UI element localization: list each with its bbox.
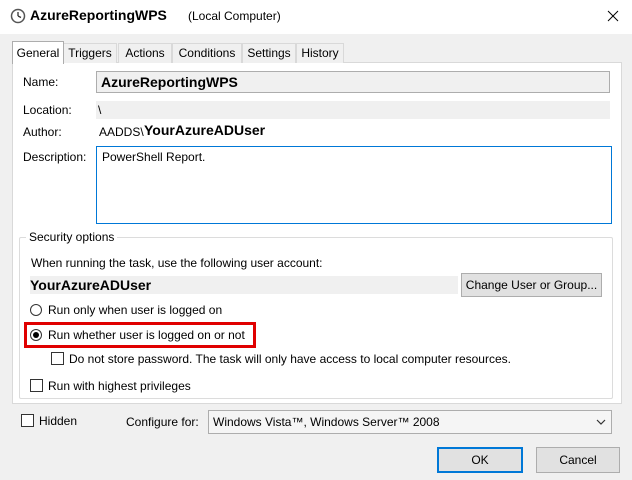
radio-logged-on[interactable] — [30, 304, 42, 316]
radio-logged-on-label[interactable]: Run only when user is logged on — [48, 303, 222, 317]
security-options-title: Security options — [26, 230, 118, 244]
window-subtitle: (Local Computer) — [188, 9, 281, 23]
author-label: Author: — [23, 125, 62, 139]
location-label: Location: — [23, 103, 72, 117]
red-highlight-box — [24, 322, 256, 348]
tab-actions[interactable]: Actions — [118, 43, 172, 63]
tab-settings[interactable]: Settings — [242, 43, 296, 63]
hidden-label[interactable]: Hidden — [39, 414, 77, 428]
clock-icon — [10, 8, 26, 24]
author-user: YourAzureADUser — [144, 122, 266, 138]
tab-general[interactable]: General — [12, 41, 64, 64]
hidden-checkbox[interactable] — [21, 414, 34, 427]
highest-privileges-checkbox[interactable] — [30, 379, 43, 392]
close-button[interactable] — [596, 1, 630, 31]
highest-privileges-label[interactable]: Run with highest privileges — [48, 379, 191, 393]
tab-conditions[interactable]: Conditions — [172, 43, 242, 63]
cancel-button[interactable]: Cancel — [536, 447, 620, 473]
name-label: Name: — [23, 75, 59, 89]
name-field[interactable]: AzureReportingWPS — [96, 71, 610, 93]
description-field[interactable]: PowerShell Report. — [96, 146, 612, 224]
chevron-down-icon — [596, 419, 606, 425]
author-domain: AADDS\ — [99, 125, 144, 139]
window-title: AzureReportingWPS — [30, 7, 167, 23]
change-user-button[interactable]: Change User or Group... — [461, 273, 602, 297]
account-prompt: When running the task, use the following… — [31, 256, 323, 270]
do-not-store-password-checkbox[interactable] — [51, 352, 64, 365]
account-user: YourAzureADUser — [30, 276, 458, 294]
ok-button[interactable]: OK — [437, 447, 523, 473]
close-icon — [607, 10, 619, 22]
location-field: \ — [96, 101, 610, 119]
configure-for-value: Windows Vista™, Windows Server™ 2008 — [213, 415, 440, 429]
tab-triggers[interactable]: Triggers — [63, 43, 117, 63]
do-not-store-password-label[interactable]: Do not store password. The task will onl… — [69, 352, 511, 366]
configure-for-label: Configure for: — [126, 415, 199, 429]
tab-history[interactable]: History — [296, 43, 344, 63]
description-label: Description: — [23, 150, 87, 164]
